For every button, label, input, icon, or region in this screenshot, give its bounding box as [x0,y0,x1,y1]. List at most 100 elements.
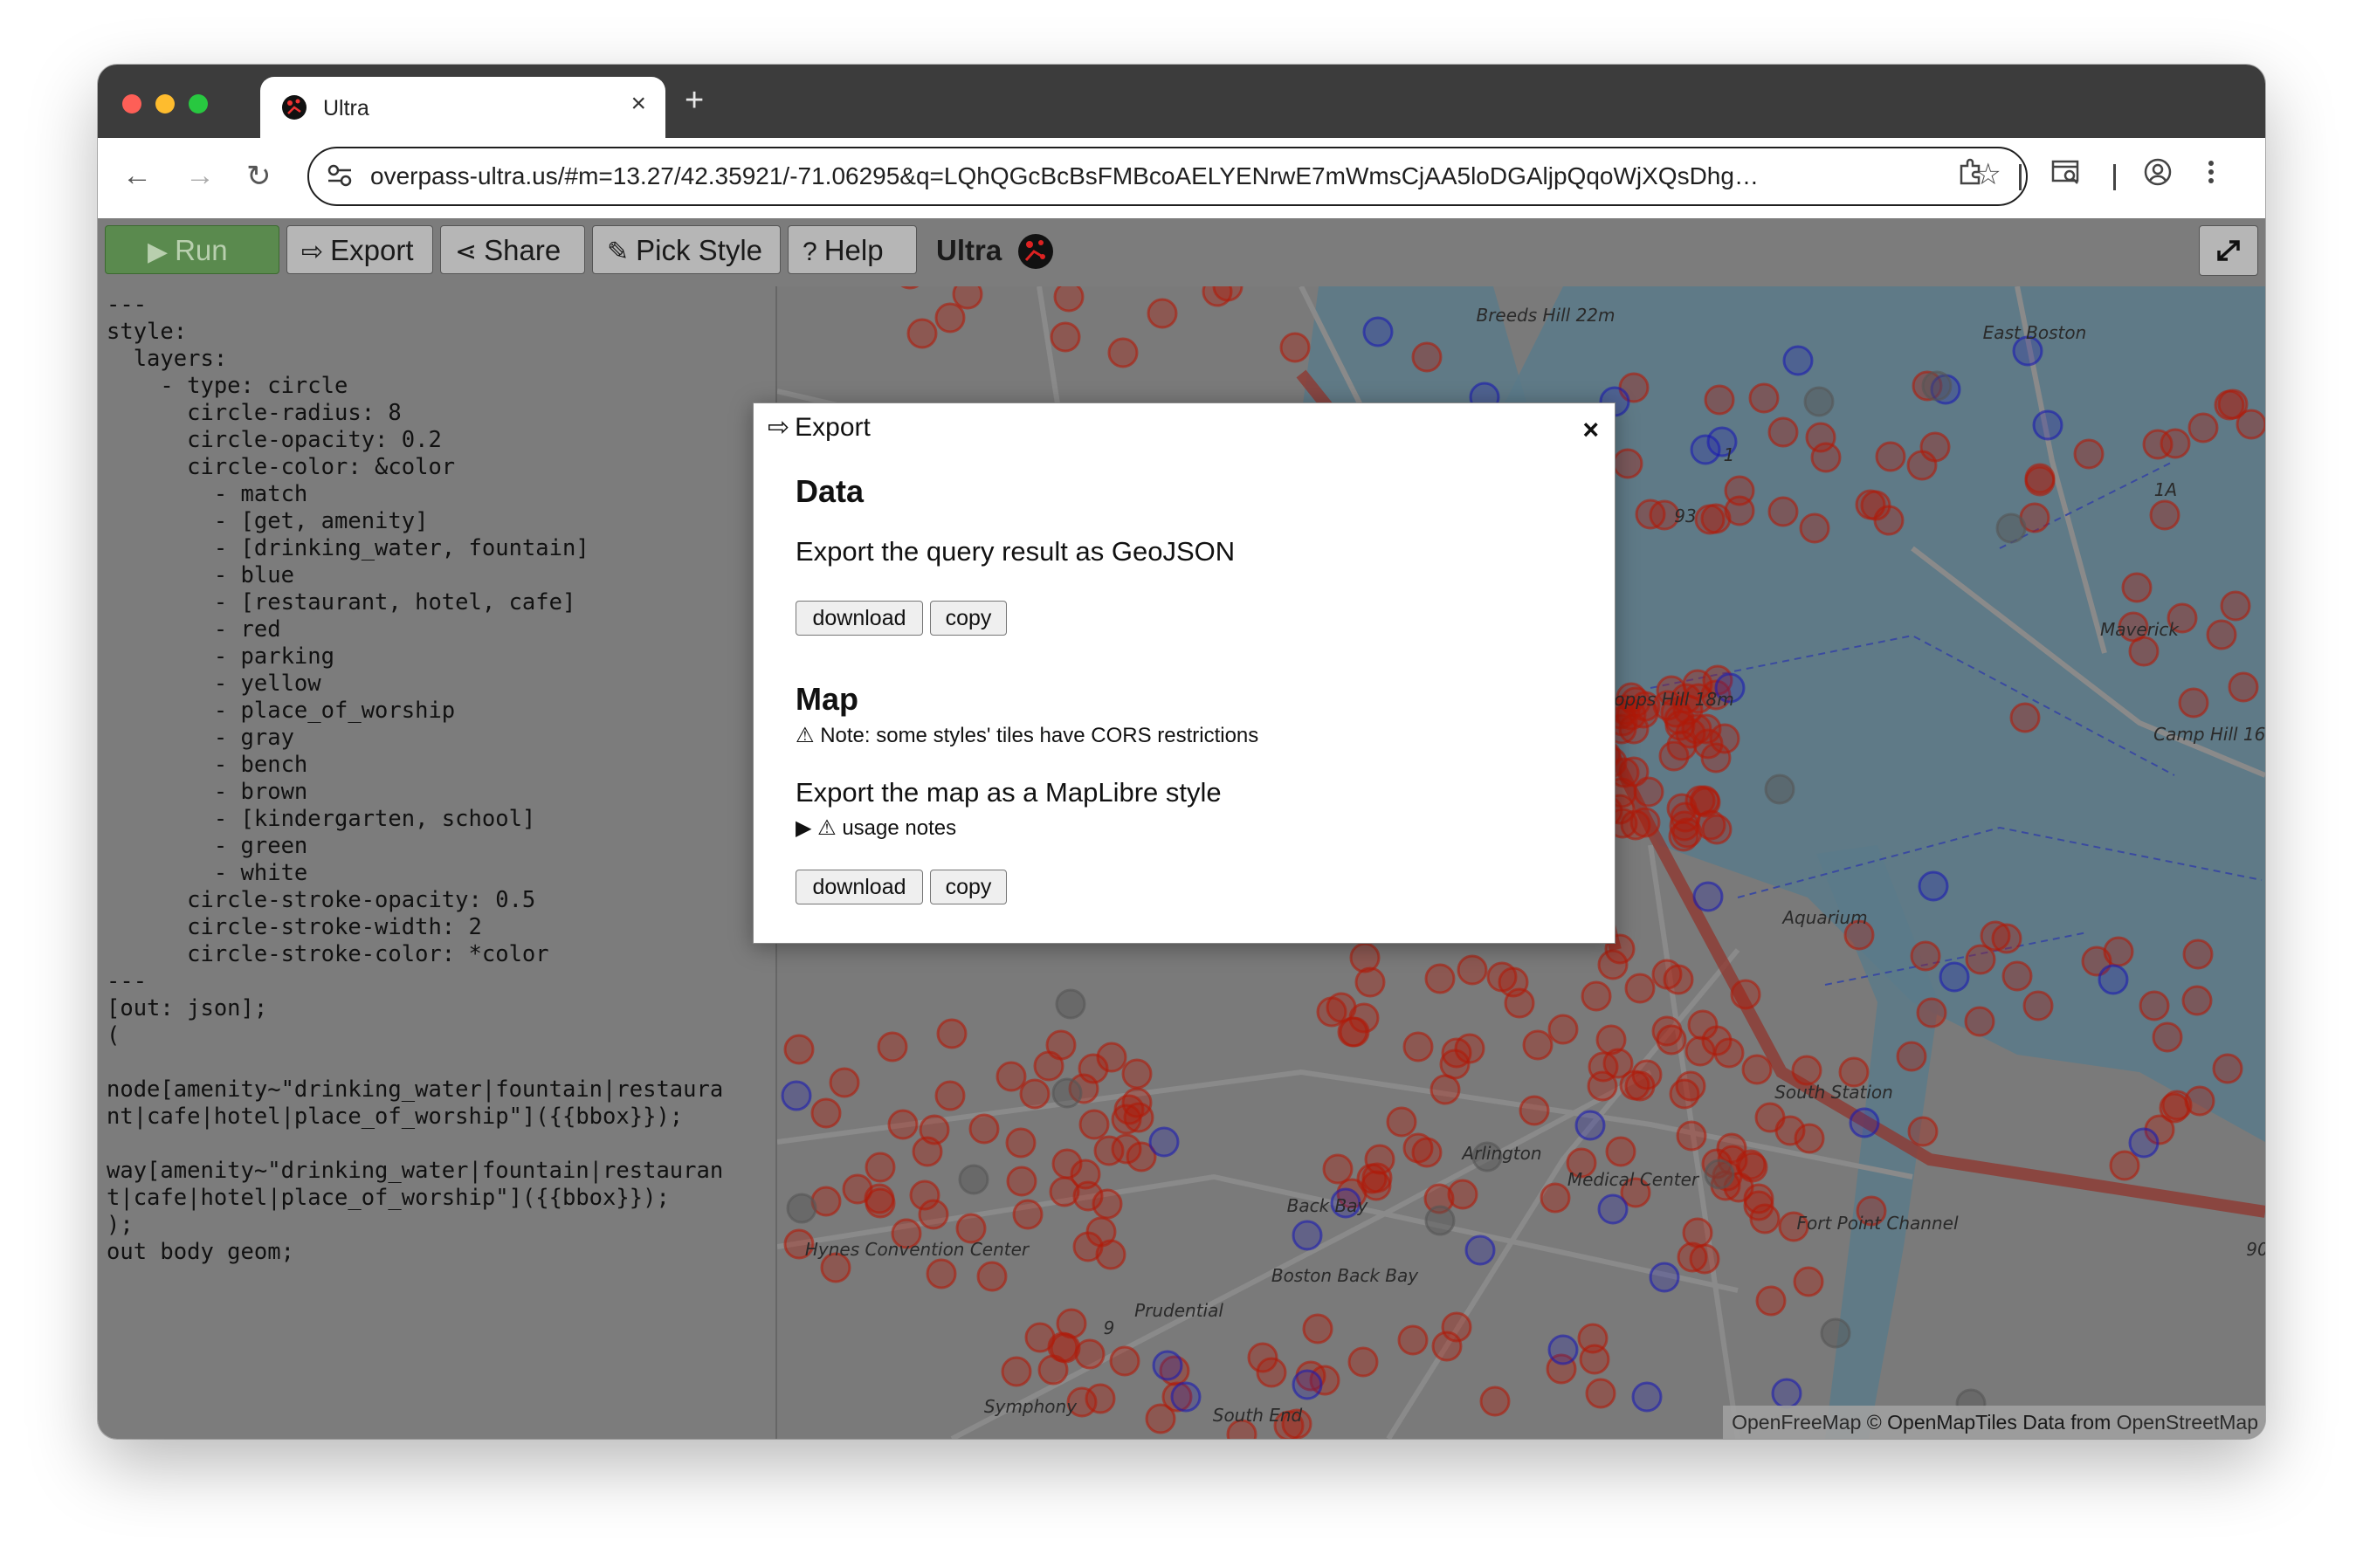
restaurant-marker [1701,1025,1733,1056]
map-label: East Boston [1983,322,2087,343]
restaurant-marker [1302,1313,1333,1344]
close-icon[interactable]: × [1582,414,1599,446]
fountain-marker [1148,1126,1180,1158]
restaurant-marker [1033,1050,1064,1082]
pick-style-button[interactable]: ✎ Pick Style [592,225,781,274]
map-copy-button[interactable]: copy [930,870,1007,904]
restaurant-marker [2220,590,2251,622]
restaurant-marker [1441,1311,1472,1343]
close-window-button[interactable] [122,94,141,113]
map-attribution: OpenFreeMap © OpenMapTiles Data from Ope… [1723,1406,2265,1439]
data-copy-button[interactable]: copy [930,601,1007,636]
export-button[interactable]: ⇨ Export [286,225,433,274]
address-bar[interactable]: overpass-ultra.us/#m=13.27/42.35921/-71.… [307,147,2028,206]
query-editor[interactable]: --- style: layers: - type: circle circle… [98,286,777,1439]
restaurant-marker [1587,1070,1618,1102]
attribution-openstreetmap-link[interactable]: OpenStreetMap [2117,1411,2258,1434]
map-label: South End [1213,1405,1303,1426]
restaurant-marker [1700,503,1732,534]
cors-note: ⚠ Note: some styles' tiles have CORS res… [796,723,1258,748]
maximize-window-button[interactable] [189,94,208,113]
share-button[interactable]: ⋖ Share [440,225,585,274]
restaurant-marker [1121,1058,1153,1090]
restaurant-marker [2181,985,2213,1016]
restaurant-marker [1547,1014,1579,1045]
map-download-button[interactable]: download [796,870,923,904]
worship-marker [1995,512,2027,544]
browser-tab[interactable]: Ultra × [260,77,665,138]
minimize-window-button[interactable] [155,94,175,113]
restaurant-marker [1906,450,1938,481]
data-download-button[interactable]: download [796,601,923,636]
restaurant-marker [934,302,966,334]
restaurant-marker [2178,687,2209,719]
export-dialog-header: ⇨ Export [768,412,871,443]
worship-marker [1764,774,1795,805]
usage-notes-label: usage notes [842,816,957,840]
restaurant-marker [1322,1153,1354,1185]
site-settings-icon[interactable] [325,161,355,190]
run-button[interactable]: ▶ Run [105,225,279,274]
restaurant-marker [1612,448,1643,479]
restaurant-marker [1585,1378,1616,1409]
restaurant-marker [1454,1033,1485,1064]
restaurant-marker [1049,1176,1080,1207]
data-description: Export the query result as GeoJSON [796,536,1236,567]
help-button[interactable]: ? Help [788,225,917,274]
tab-close-icon[interactable]: × [630,89,646,119]
export-label: Export [330,234,414,266]
restaurant-marker [1624,1070,1656,1102]
restaurant-marker [1605,1136,1636,1167]
reload-icon[interactable]: ↻ [246,159,272,194]
app-toolbar: ▶ Run ⇨ Export ⋖ Share ✎ Pick Style ? Help Ul… [98,218,2265,286]
fountain-marker [2032,409,2063,441]
restaurant-marker [1411,1137,1443,1168]
restaurant-marker [1361,1162,1393,1193]
restaurant-marker [2212,1053,2243,1084]
question-icon: ? [803,237,817,266]
restaurant-marker [906,318,938,349]
query-code[interactable]: --- style: layers: - type: circle circle… [98,286,775,1266]
profile-icon[interactable] [2143,157,2173,187]
restaurant-marker [1430,1074,1461,1105]
restaurant-marker [1001,1356,1032,1387]
attribution-openfreemap-link[interactable]: OpenFreeMap [1732,1411,1861,1434]
map-label: Boston Back Bay [1271,1265,1419,1286]
usage-notes-toggle[interactable]: ▶ ⚠ usage notes [796,815,956,841]
new-tab-button[interactable]: + [685,82,704,120]
restaurant-marker [1051,1148,1083,1179]
restaurant-marker [1755,1285,1787,1317]
restaurant-marker [926,1258,957,1289]
restaurant-marker [1855,489,1886,520]
map-label: Prudential [1134,1300,1223,1321]
restaurant-marker [2001,960,2033,992]
restaurant-marker [968,1113,1000,1145]
restaurant-marker [1402,1031,1434,1063]
tab-search-icon[interactable] [2050,157,2082,187]
map-label: Arlington [1460,1143,1541,1164]
restaurant-marker [1109,1345,1140,1377]
restaurant-marker [1689,785,1720,816]
fountain-marker [1574,1110,1606,1141]
restaurant-marker [783,1034,815,1065]
attribution-openmaptiles-link[interactable]: © OpenMapTiles [1867,1411,2017,1434]
restaurant-marker [1354,966,1386,998]
map-label: 9 [1104,1317,1115,1338]
restaurant-marker [1767,416,1799,448]
toolbar-separator [2019,164,2022,190]
fountain-marker [1464,1234,1496,1266]
restaurant-marker [1767,496,1799,527]
restaurant-marker [2109,1150,2140,1181]
fountain-marker [1292,1220,1323,1251]
menu-kebab-icon[interactable] [2202,157,2220,187]
restaurant-marker [1050,321,1081,353]
extensions-icon[interactable] [1956,157,1986,187]
worship-marker [1820,1317,1851,1349]
fountain-marker [1547,1334,1579,1365]
restaurant-marker [1754,1102,1786,1133]
forward-icon[interactable]: → [185,159,215,193]
fullscreen-button[interactable] [2199,225,2258,276]
back-icon[interactable]: ← [122,159,152,193]
restaurant-marker [2187,412,2219,444]
worship-marker [1424,1205,1456,1236]
